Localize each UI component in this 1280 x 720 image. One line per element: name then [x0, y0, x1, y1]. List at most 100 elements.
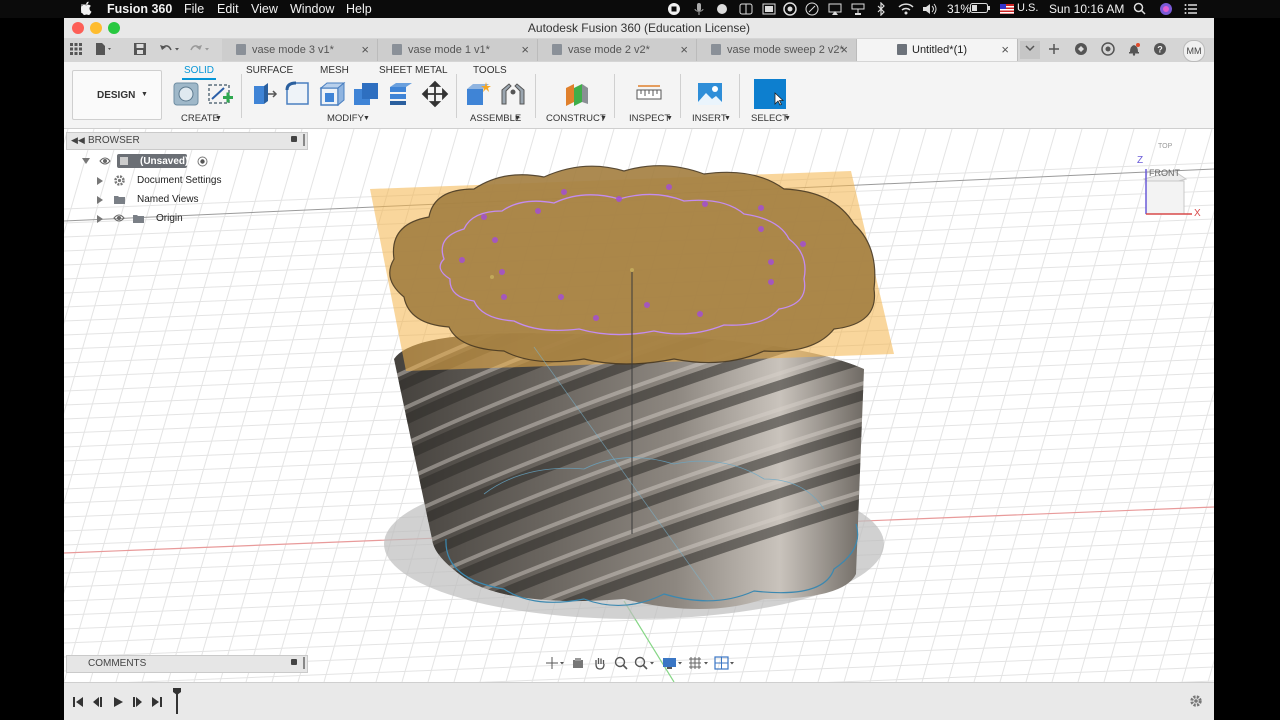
move-copy-icon[interactable]: [421, 80, 449, 108]
new-tab-plus-icon[interactable]: [1046, 42, 1062, 58]
battery-icon[interactable]: [970, 3, 990, 17]
redo-icon[interactable]: [188, 42, 209, 58]
look-at-icon[interactable]: [571, 656, 585, 675]
data-panel-grid-icon[interactable]: [68, 42, 84, 58]
expand-triangle-icon[interactable]: [97, 215, 103, 223]
pan-hand-icon[interactable]: [593, 656, 607, 675]
group-construct[interactable]: CONSTRUCT: [546, 113, 606, 124]
menu-window[interactable]: Window: [290, 2, 334, 16]
tab-vase-mode-3[interactable]: vase mode 3 v1* ×: [222, 39, 378, 61]
user-avatar[interactable]: MM: [1183, 40, 1205, 62]
step-back-icon[interactable]: [92, 695, 104, 713]
close-tab-icon[interactable]: ×: [361, 42, 369, 57]
battery-percent[interactable]: 31%: [947, 2, 971, 16]
panel-resize-handle[interactable]: [303, 657, 305, 669]
create-sketch-icon[interactable]: [206, 80, 234, 108]
tab-vase-mode-1[interactable]: vase mode 1 v1* ×: [378, 39, 538, 61]
browser-root-item[interactable]: (Unsaved): [82, 154, 242, 170]
tab-sheet-metal[interactable]: SHEET METAL: [379, 65, 448, 76]
group-inspect[interactable]: INSPECT: [629, 113, 670, 124]
help-icon[interactable]: ?: [1152, 42, 1168, 58]
app-menu-name[interactable]: Fusion 360: [107, 2, 172, 16]
close-tab-icon[interactable]: ×: [521, 42, 529, 57]
pen-icon[interactable]: [805, 2, 819, 19]
tab-surface[interactable]: SURFACE: [246, 65, 293, 76]
select-icon[interactable]: [754, 79, 786, 109]
tab-vase-mode-2[interactable]: vase mode 2 v2* ×: [538, 39, 697, 61]
insert-canvas-icon[interactable]: [696, 80, 724, 108]
shell-icon[interactable]: [318, 80, 346, 108]
menu-file[interactable]: File: [184, 2, 204, 16]
spotlight-icon[interactable]: [1133, 2, 1147, 19]
viewcube-front-label[interactable]: FRONT: [1149, 168, 1180, 178]
notifications-bell-icon[interactable]: [1126, 42, 1142, 58]
offset-plane-icon[interactable]: [562, 80, 590, 108]
tab-overflow-chevron-icon[interactable]: [1020, 41, 1040, 59]
zoom-icon[interactable]: [614, 656, 628, 675]
create-form-icon[interactable]: [172, 80, 200, 108]
panel-resize-handle[interactable]: [303, 134, 305, 146]
fillet-icon[interactable]: [284, 80, 312, 108]
menu-view[interactable]: View: [251, 2, 278, 16]
volume-icon[interactable]: [922, 2, 938, 19]
fit-zoom-icon[interactable]: [634, 656, 656, 675]
menu-help[interactable]: Help: [346, 2, 372, 16]
input-source[interactable]: U.S.: [1017, 2, 1038, 14]
play-icon[interactable]: [112, 695, 124, 713]
file-menu-icon[interactable]: [94, 42, 111, 58]
browser-panel-header[interactable]: ◀◀ BROWSER: [66, 132, 308, 150]
apple-menu[interactable]: [80, 1, 92, 15]
network-icon[interactable]: [851, 2, 865, 19]
cc-icon[interactable]: [783, 2, 797, 19]
offset-faces-icon[interactable]: [386, 80, 414, 108]
mic-icon[interactable]: [694, 2, 704, 19]
joint-icon[interactable]: [499, 80, 527, 108]
window-icon[interactable]: [762, 2, 776, 19]
browser-item-document-settings[interactable]: Document Settings: [94, 173, 254, 189]
workspace-switcher[interactable]: DESIGN ▼: [72, 70, 162, 120]
expand-triangle-icon[interactable]: [82, 158, 90, 164]
go-to-end-icon[interactable]: [151, 695, 163, 713]
combine-icon[interactable]: [352, 80, 380, 108]
close-tab-icon[interactable]: ×: [680, 42, 688, 57]
viewports-icon[interactable]: [714, 656, 736, 675]
bluetooth-icon[interactable]: [876, 1, 886, 19]
group-select[interactable]: SELECT: [751, 113, 788, 124]
panel-pin-icon[interactable]: [291, 659, 297, 665]
collapse-panel-icon[interactable]: ◀◀: [71, 135, 85, 146]
tab-tools[interactable]: TOOLS: [473, 65, 507, 76]
tab-vase-mode-sweep-2[interactable]: vase mode sweep 2 v2* ×: [697, 39, 857, 61]
press-pull-icon[interactable]: [250, 80, 278, 108]
finder-icon[interactable]: [739, 2, 753, 19]
group-insert[interactable]: INSERT: [692, 113, 727, 124]
go-to-start-icon[interactable]: [72, 695, 84, 713]
viewcube-top-label[interactable]: TOP: [1158, 143, 1172, 150]
clock[interactable]: Sun 10:16 AM: [1049, 2, 1124, 16]
notification-center-icon[interactable]: [1184, 2, 1198, 19]
expand-triangle-icon[interactable]: [97, 177, 103, 185]
close-tab-icon[interactable]: ×: [1001, 42, 1009, 57]
undo-icon[interactable]: [158, 42, 179, 58]
group-create[interactable]: CREATE: [181, 113, 219, 124]
measure-icon[interactable]: [635, 80, 663, 108]
record-icon[interactable]: [667, 2, 681, 19]
timeline-marker[interactable]: [172, 687, 182, 720]
siri-icon[interactable]: [1159, 2, 1173, 19]
display-settings-icon[interactable]: [662, 656, 684, 675]
panel-pin-icon[interactable]: [291, 136, 297, 142]
timeline-settings-gear-icon[interactable]: [1189, 694, 1203, 713]
new-component-icon[interactable]: [464, 80, 492, 108]
airplay-icon[interactable]: [828, 2, 842, 19]
wifi-icon[interactable]: [898, 2, 914, 19]
eye-icon[interactable]: [99, 156, 111, 169]
comments-panel-header[interactable]: COMMENTS: [66, 655, 308, 673]
browser-item-origin[interactable]: Origin: [94, 211, 254, 227]
tab-mesh[interactable]: MESH: [320, 65, 349, 76]
grid-settings-icon[interactable]: [688, 656, 710, 675]
job-status-icon[interactable]: [1100, 42, 1116, 58]
menu-edit[interactable]: Edit: [217, 2, 239, 16]
group-modify[interactable]: MODIFY: [327, 113, 364, 124]
drop-icon[interactable]: [716, 2, 728, 19]
tab-solid[interactable]: SOLID: [181, 65, 217, 80]
close-tab-icon[interactable]: ×: [840, 42, 848, 57]
